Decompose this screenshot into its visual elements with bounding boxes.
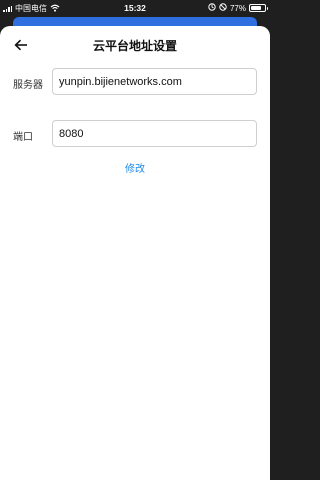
nav-bar: 云平台地址设置: [0, 26, 270, 64]
battery-icon: [249, 4, 268, 12]
battery-fill: [251, 6, 261, 10]
location-icon: [208, 3, 216, 13]
server-label: 服务器: [13, 80, 43, 91]
modify-button[interactable]: 修改: [0, 160, 270, 175]
status-bar: 中国电信 15:32 77%: [0, 0, 270, 16]
alarm-icon: [219, 3, 227, 13]
port-input[interactable]: [52, 120, 257, 147]
port-label: 端口: [13, 132, 33, 143]
battery-percent: 77%: [229, 3, 246, 13]
page-title: 云平台地址设置: [92, 39, 177, 53]
status-right: 77%: [208, 3, 268, 13]
settings-sheet: 云平台地址设置 服务器 端口 修改: [0, 26, 270, 480]
server-input[interactable]: [52, 68, 257, 95]
